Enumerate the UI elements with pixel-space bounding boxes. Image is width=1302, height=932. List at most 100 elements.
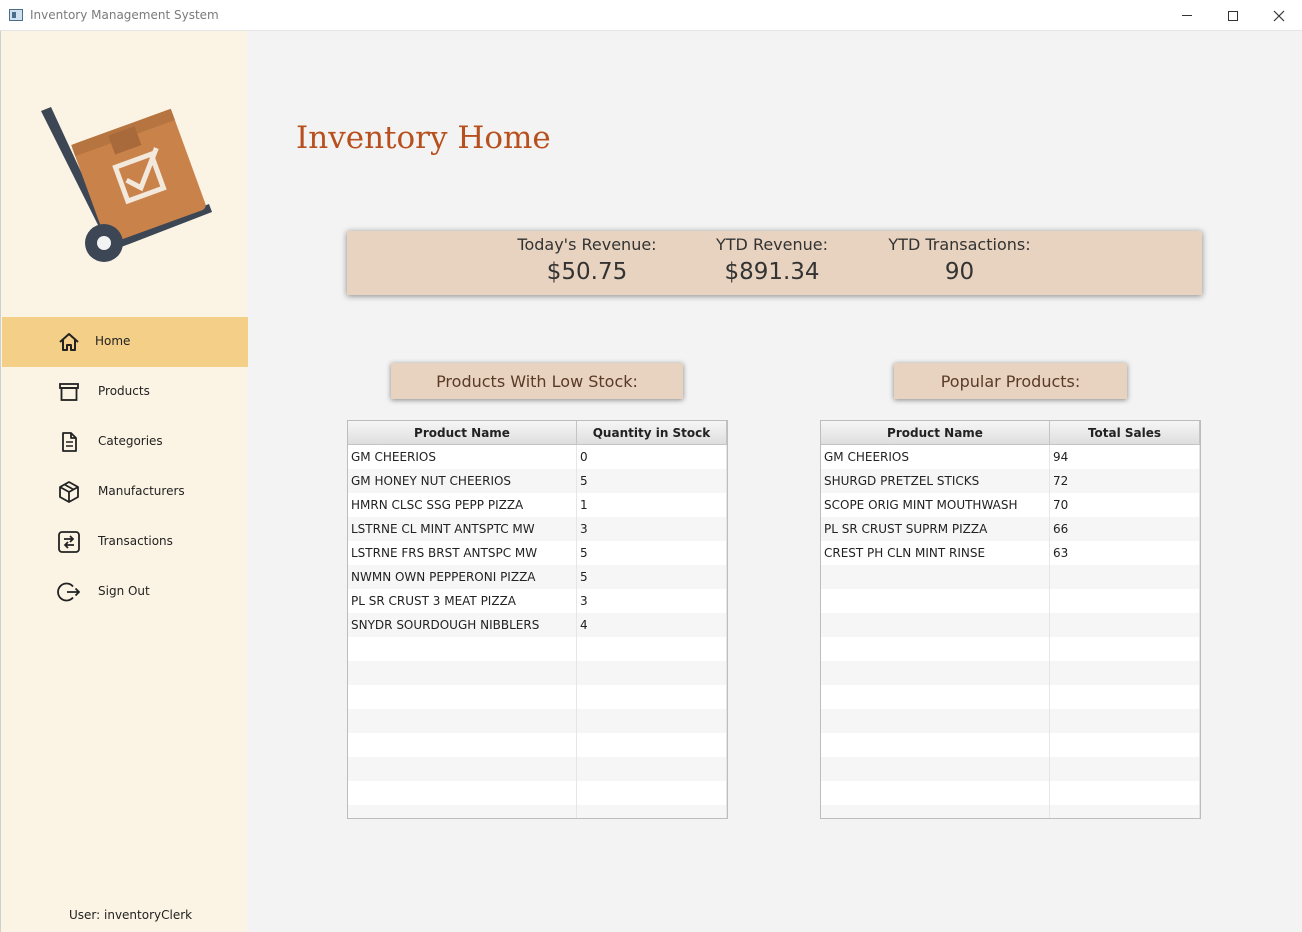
table-row[interactable]: GM HONEY NUT CHEERIOS 5 [348,469,727,493]
table-row[interactable]: HMRN CLSC SSG PEPP PIZZA 1 [348,493,727,517]
cell-value [1050,685,1200,709]
cell-value: 0 [577,445,727,469]
cell-product-name: SNYDR SOURDOUGH NIBBLERS [348,613,577,637]
nav-label-categories: Categories [98,434,163,448]
cell-product-name [821,613,1050,637]
cell-value: 63 [1050,541,1200,565]
column-header-quantity[interactable]: Quantity in Stock [577,421,727,444]
nav-item-transactions[interactable]: Transactions [2,517,248,567]
table-row[interactable]: LSTRNE CL MINT ANTSPTC MW 3 [348,517,727,541]
empty-table-row [348,781,727,805]
nav-item-categories[interactable]: Categories [2,417,248,467]
table-row[interactable]: GM CHEERIOS 94 [821,445,1200,469]
table-row[interactable]: NWMN OWN PEPPERONI PIZZA 5 [348,565,727,589]
empty-table-row [821,805,1200,818]
app-icon [9,9,23,21]
low-stock-heading: Products With Low Stock: [391,363,683,399]
cell-product-name: LSTRNE CL MINT ANTSPTC MW [348,517,577,541]
table-body: GM CHEERIOS 94 SHURGD PRETZEL STICKS 72 SCOP… [821,445,1200,818]
cell-value [1050,805,1200,818]
cell-value [577,637,727,661]
empty-table-row [821,685,1200,709]
cell-product-name: PL SR CRUST SUPRM PIZZA [821,517,1050,541]
table-row[interactable]: GM CHEERIOS 0 [348,445,727,469]
cell-product-name: NWMN OWN PEPPERONI PIZZA [348,565,577,589]
minimize-icon [1182,15,1192,16]
cell-value [577,685,727,709]
table-header: Product Name Quantity in Stock [348,421,727,445]
column-header-total-sales[interactable]: Total Sales [1050,421,1200,444]
cell-product-name: GM HONEY NUT CHEERIOS [348,469,577,493]
cell-value: 70 [1050,493,1200,517]
revenue-summary-card: Today's Revenue: $50.75 YTD Revenue: $89… [347,231,1202,295]
maximize-button[interactable] [1210,0,1256,31]
cell-value [577,733,727,757]
stat-todays-revenue: Today's Revenue: $50.75 [512,231,662,285]
cell-product-name [348,637,577,661]
low-stock-table[interactable]: Product Name Quantity in Stock GM CHEERI… [347,420,728,819]
cell-product-name [348,757,577,781]
cell-value [577,781,727,805]
table-row[interactable]: SCOPE ORIG MINT MOUTHWASH 70 [821,493,1200,517]
table-row[interactable]: PL SR CRUST SUPRM PIZZA 66 [821,517,1200,541]
cell-value: 1 [577,493,727,517]
nav-item-products[interactable]: Products [2,367,248,417]
cell-product-name: SCOPE ORIG MINT MOUTHWASH [821,493,1050,517]
cell-value [577,757,727,781]
cell-product-name [348,733,577,757]
stat-label: Today's Revenue: [517,235,657,254]
table-row[interactable]: CREST PH CLN MINT RINSE 63 [821,541,1200,565]
cell-product-name [348,805,577,818]
table-row[interactable]: SNYDR SOURDOUGH NIBBLERS 4 [348,613,727,637]
empty-table-row [821,637,1200,661]
nav-item-home[interactable]: Home [2,317,248,367]
home-icon [59,333,79,351]
nav-label-home: Home [95,334,131,348]
nav-label-transactions: Transactions [98,534,173,548]
cell-product-name [821,781,1050,805]
cell-value: 4 [577,613,727,637]
nav-item-manufacturers[interactable]: Manufacturers [2,467,248,517]
empty-table-row [348,685,727,709]
stat-label: YTD Revenue: [715,235,829,254]
cell-product-name [821,733,1050,757]
minimize-button[interactable] [1164,0,1210,31]
empty-table-row [821,661,1200,685]
column-header-product-name[interactable]: Product Name [348,421,577,444]
nav-label-sign-out: Sign Out [98,584,150,598]
cell-value: 72 [1050,469,1200,493]
document-icon [62,432,77,452]
cell-value: 5 [577,541,727,565]
cell-value [1050,637,1200,661]
cell-product-name: SHURGD PRETZEL STICKS [821,469,1050,493]
current-user-label: User: inventoryClerk [69,908,193,922]
window-titlebar: Inventory Management System [0,0,1302,31]
stat-value: $50.75 [546,259,628,285]
stat-ytd-revenue: YTD Revenue: $891.34 [697,231,847,285]
empty-table-row [821,733,1200,757]
empty-table-row [821,613,1200,637]
nav-item-sign-out[interactable]: Sign Out [2,567,248,617]
close-button[interactable] [1256,0,1302,31]
page-title: Inventory Home [296,120,551,156]
table-row[interactable]: SHURGD PRETZEL STICKS 72 [821,469,1200,493]
table-row[interactable]: LSTRNE FRS BRST ANTSPC MW 5 [348,541,727,565]
empty-table-row [821,589,1200,613]
empty-table-row [348,709,727,733]
cell-value [1050,613,1200,637]
cell-product-name [348,781,577,805]
maximize-icon [1228,10,1238,21]
column-header-product-name[interactable]: Product Name [821,421,1050,444]
stat-label: YTD Transactions: [888,235,1031,254]
stat-value: $891.34 [724,259,820,285]
cell-product-name [821,685,1050,709]
nav-label-manufacturers: Manufacturers [98,484,185,498]
swap-arrows-icon [58,531,80,553]
cell-value [1050,733,1200,757]
popular-products-table[interactable]: Product Name Total Sales GM CHEERIOS 94 SH… [820,420,1201,819]
sidebar: Home Products Categories Manufacturers T… [0,31,248,932]
table-row[interactable]: PL SR CRUST 3 MEAT PIZZA 3 [348,589,727,613]
window-title: Inventory Management System [30,8,219,22]
empty-table-row [821,709,1200,733]
table-body: GM CHEERIOS 0 GM HONEY NUT CHEERIOS 5 HMRN C… [348,445,727,818]
